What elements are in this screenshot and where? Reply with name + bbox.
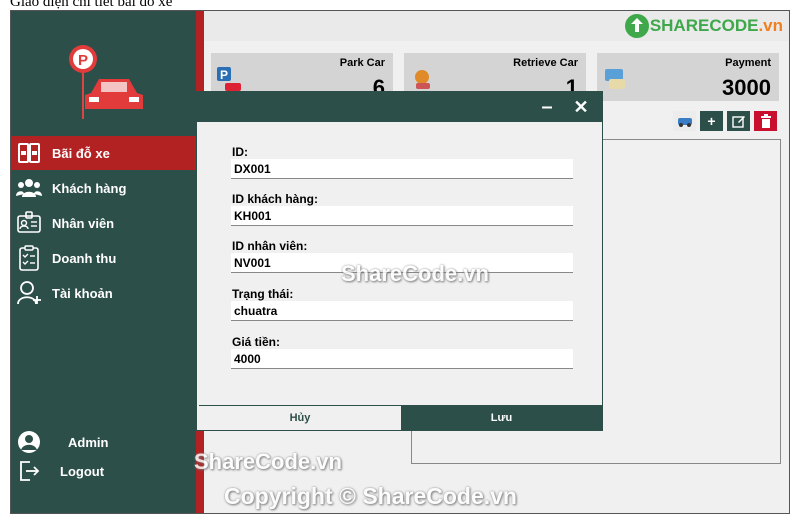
plus-icon: + [707, 113, 716, 129]
price-field[interactable] [231, 349, 573, 369]
close-button[interactable]: ✕ [568, 94, 594, 120]
delete-button[interactable] [754, 111, 777, 131]
sidebar-item-revenue[interactable]: Doanh thu [11, 241, 196, 275]
dialog-header: – ✕ [197, 92, 602, 122]
sidebar-item-label: Doanh thu [52, 250, 117, 266]
admin-user[interactable]: Admin [11, 428, 108, 456]
cancel-button[interactable]: Hủy [199, 405, 401, 430]
sidebar-item-parking[interactable]: Bãi đỗ xe [11, 136, 196, 170]
add-button[interactable]: + [700, 111, 723, 131]
card-label: Park Car [339, 57, 385, 69]
customer-id-field[interactable] [231, 206, 573, 226]
parking-logo-icon: P [63, 41, 149, 121]
sidebar-item-account[interactable]: Tài khoản [11, 276, 196, 310]
sidebar-item-label: Bãi đỗ xe [52, 145, 110, 161]
user-avatar-icon [14, 429, 44, 455]
card-label: Retrieve Car [513, 57, 578, 69]
card-value: 3000 [722, 75, 771, 100]
employee-badge-icon [14, 210, 44, 236]
price-label: Giá tiền: [232, 335, 281, 349]
status-field[interactable] [231, 301, 573, 321]
minimize-button[interactable]: – [534, 94, 560, 120]
employee-id-label: ID nhân viên: [232, 239, 308, 253]
edit-icon [731, 116, 745, 128]
sidebar-item-label: Nhân viên [52, 215, 115, 231]
payment-card: Payment 3000 [597, 53, 779, 101]
sharecode-logo-suffix: .vn [758, 16, 783, 35]
app-window: P Bãi đỗ xe Khách hàng Nhân viên Doanh t… [10, 10, 790, 514]
sidebar-item-label: Tài khoản [52, 285, 113, 301]
parking-lot-icon [14, 140, 44, 166]
retrieve-car-icon [410, 67, 436, 93]
detail-dialog: – ✕ ID: ID khách hàng: ID nhân viên: Trạ… [196, 91, 603, 431]
card-label: Payment [725, 57, 771, 69]
watermark-copyright: Copyright © ShareCode.vn [224, 483, 517, 509]
sidebar-item-employees[interactable]: Nhân viên [11, 206, 196, 240]
svg-text:P: P [220, 68, 228, 82]
trash-icon [760, 114, 771, 128]
clipboard-icon [14, 245, 44, 271]
edit-button[interactable] [727, 111, 750, 131]
sharecode-logo: SHARECODE .vn [624, 13, 783, 39]
watermark-lower: ShareCode.vn [194, 449, 342, 474]
customer-id-label: ID khách hàng: [232, 192, 319, 206]
sharecode-logo-text: SHARECODE [649, 16, 759, 35]
top-bar: SHARECODE .vn [204, 11, 789, 41]
svg-text:P: P [78, 52, 88, 69]
logout-icon [14, 458, 44, 484]
car-refresh-icon [677, 118, 692, 127]
admin-label: Admin [68, 434, 109, 450]
payment-icon [603, 67, 629, 93]
sharecode-logo-icon [624, 14, 649, 38]
users-icon [14, 175, 44, 201]
sidebar: P Bãi đỗ xe Khách hàng Nhân viên Doanh t… [11, 11, 196, 513]
save-button[interactable]: Lưu [401, 405, 602, 430]
sidebar-item-customers[interactable]: Khách hàng [11, 171, 196, 205]
parking-sign-icon: P [217, 67, 243, 93]
id-field[interactable] [231, 159, 573, 179]
user-add-icon [14, 280, 44, 306]
refresh-button[interactable] [673, 111, 696, 131]
logout-label: Logout [60, 463, 105, 479]
logout-button[interactable]: Logout [11, 457, 104, 485]
employee-id-field[interactable] [231, 253, 573, 273]
status-label: Trạng thái: [232, 287, 294, 301]
id-label: ID: [232, 145, 248, 159]
table-toolbar: + [673, 111, 777, 131]
sidebar-item-label: Khách hàng [52, 180, 127, 196]
